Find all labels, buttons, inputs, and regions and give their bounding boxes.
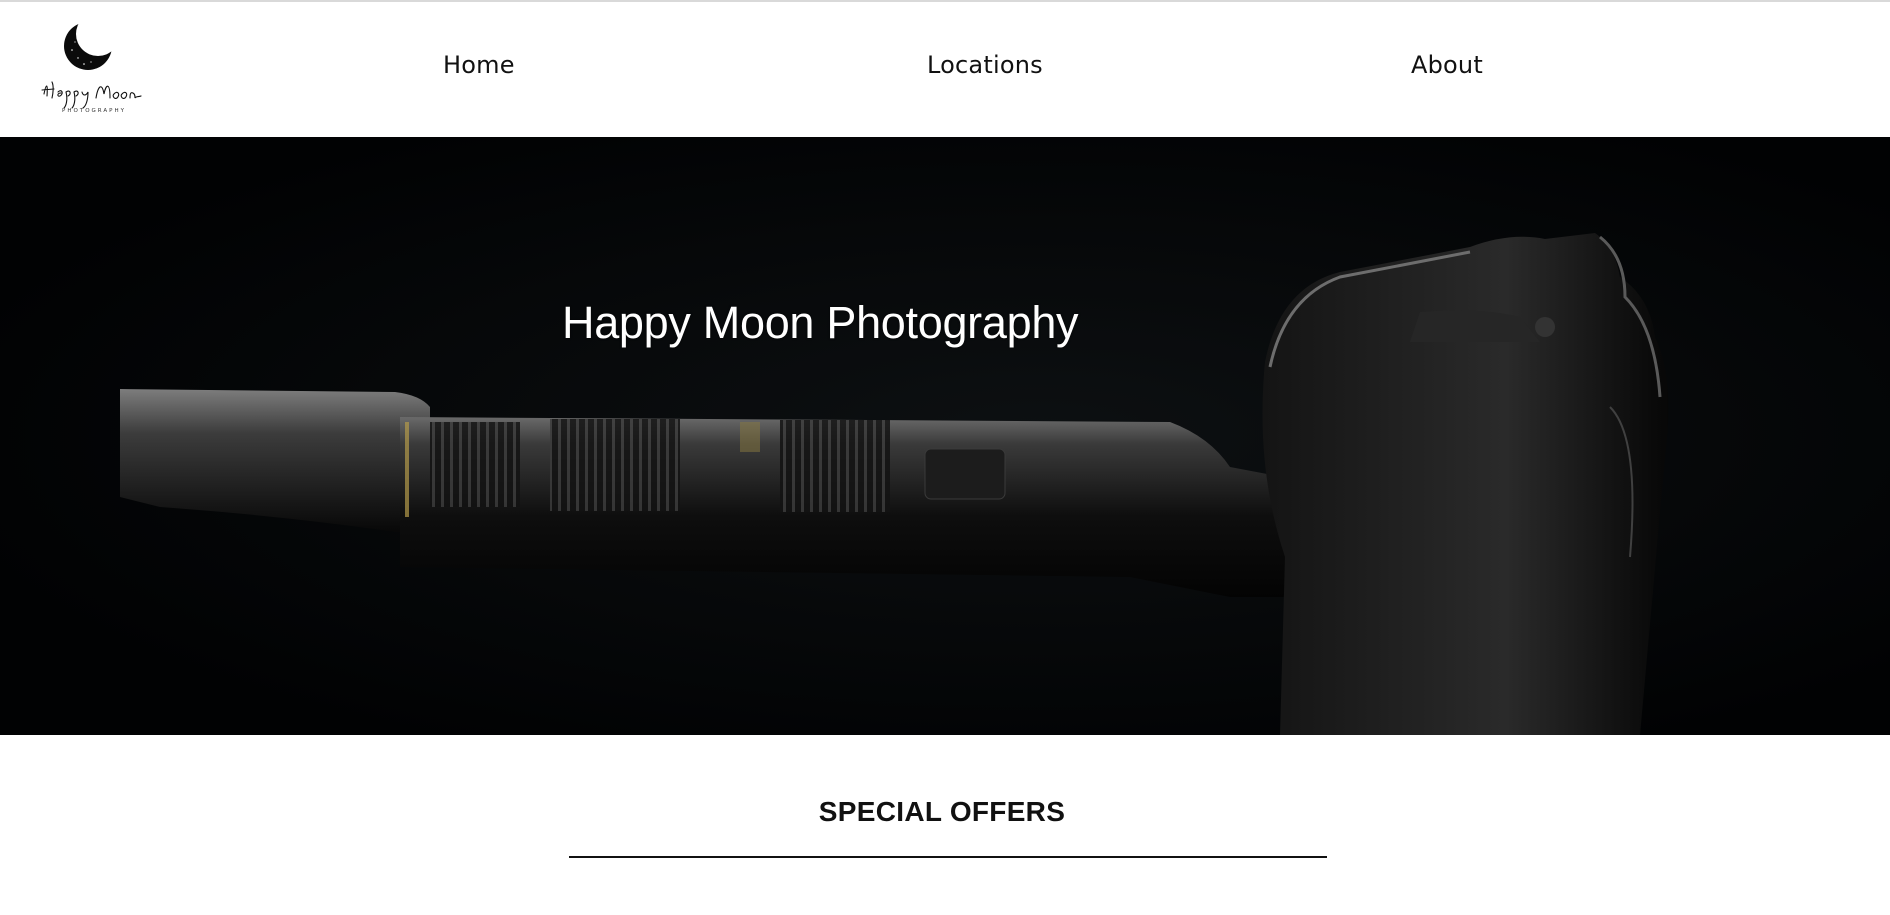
brand-logo[interactable]: PHOTOGRAPHY [36,22,152,118]
nav-home-link[interactable]: Home [443,51,515,79]
hero-banner: Happy Moon Photography [0,137,1890,735]
nav-about-link[interactable]: About [1411,51,1483,79]
special-offers-heading: SPECIAL OFFERS [0,796,1890,828]
hero-title: Happy Moon Photography [562,297,1079,348]
moon-logo-icon: PHOTOGRAPHY [41,22,142,114]
nav-locations-link[interactable]: Locations [927,51,1043,79]
page: PHOTOGRAPHY Home Locations About Happy M… [0,0,1890,915]
camera-photo [0,137,1890,735]
site-header: PHOTOGRAPHY Home Locations About [0,2,1890,137]
special-offers-label: SPECIAL OFFERS [818,796,1066,827]
section-divider [569,856,1327,858]
svg-text:PHOTOGRAPHY: PHOTOGRAPHY [62,108,126,114]
